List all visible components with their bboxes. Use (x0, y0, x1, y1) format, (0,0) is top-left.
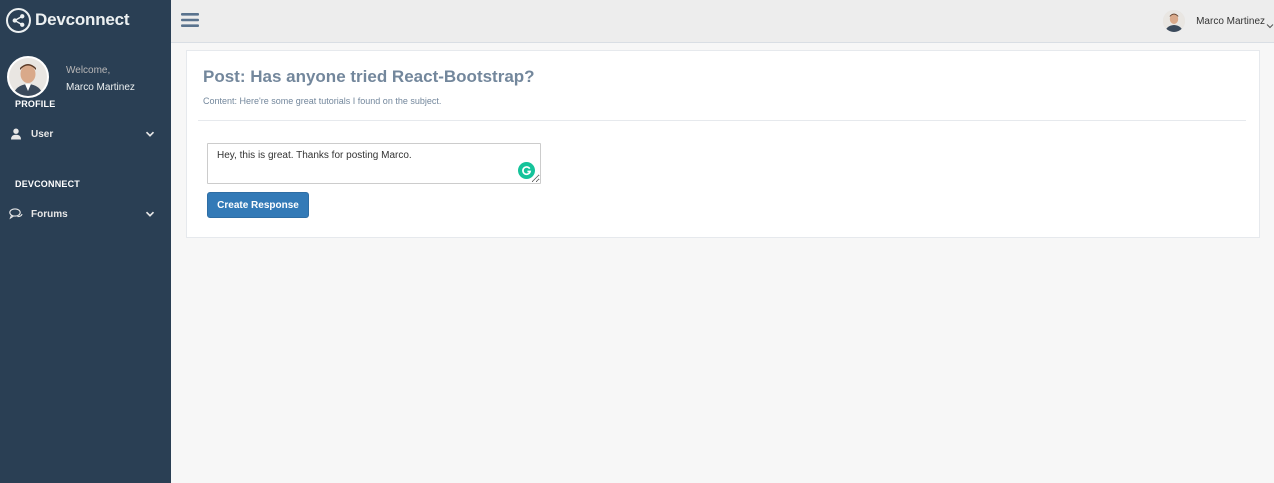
menu-toggle-icon[interactable] (181, 11, 199, 29)
welcome-label: Welcome, (66, 65, 111, 76)
user-icon (9, 127, 23, 141)
post-content: Content: Here're some great tutorials I … (203, 96, 442, 106)
response-textarea[interactable]: Hey, this is great. Thanks for posting M… (207, 143, 541, 184)
devconnect-section-title: DEVCONNECT (15, 179, 81, 189)
chevron-down-icon (1266, 17, 1274, 29)
brand-link[interactable]: Devconnect (6, 7, 130, 33)
comments-icon (9, 207, 23, 221)
post-title: Post: Has anyone tried React-Bootstrap? (203, 67, 535, 86)
sidebar-item-user[interactable]: User (0, 122, 171, 146)
share-icon (6, 7, 31, 33)
divider (198, 120, 1246, 121)
chevron-down-icon (145, 209, 155, 219)
user-name: Marco Martinez (1196, 15, 1265, 27)
brand-name: Devconnect (35, 10, 130, 29)
sidebar-item-label: Forums (31, 208, 68, 220)
grammarly-icon[interactable] (518, 162, 535, 179)
post-panel: Post: Has anyone tried React-Bootstrap? … (186, 50, 1260, 238)
profile-section-title: PROFILE (15, 99, 56, 109)
top-navbar: Marco Martinez (171, 0, 1274, 43)
welcome-user-name: Marco Martinez (66, 82, 135, 93)
sidebar: Devconnect Welcome, Marco Martinez PROFI… (0, 0, 171, 483)
sidebar-item-label: User (31, 128, 54, 140)
avatar (1163, 10, 1186, 32)
sidebar-item-forums[interactable]: Forums (0, 202, 171, 226)
user-menu-toggle[interactable]: Marco Martinez (1163, 9, 1274, 33)
create-response-button[interactable]: Create Response (207, 192, 309, 218)
chevron-down-icon (145, 129, 155, 139)
profile-avatar (7, 56, 49, 98)
